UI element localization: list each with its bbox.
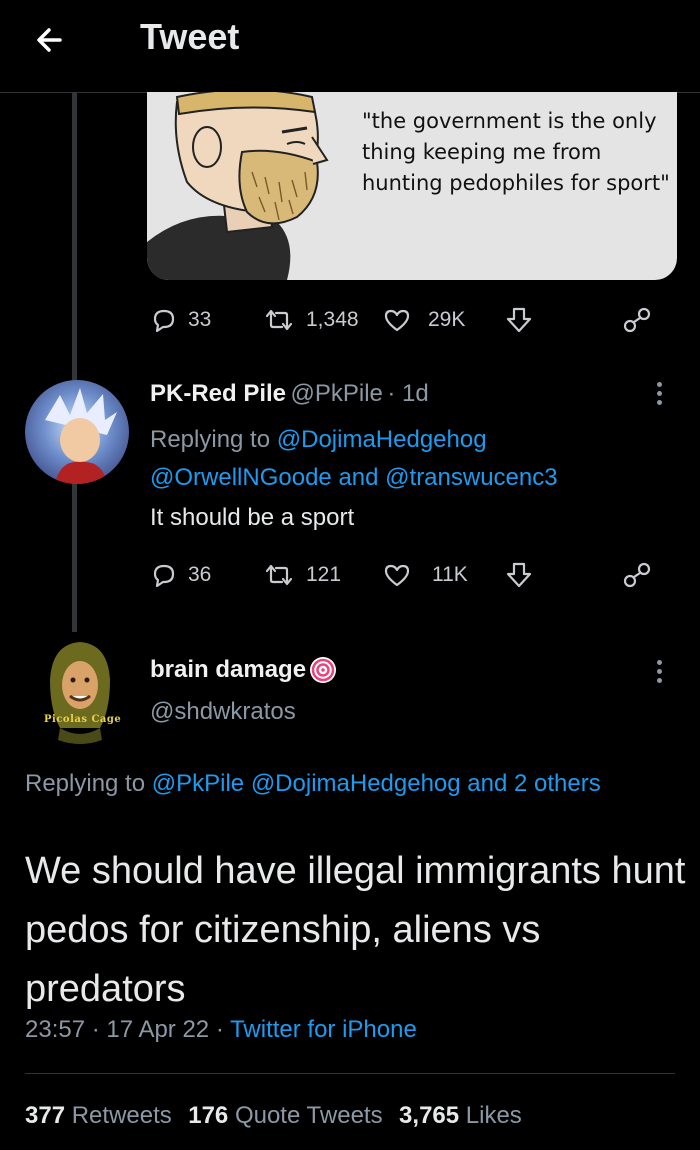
others-link[interactable]: and 2 others (467, 770, 600, 797)
share-link-icon[interactable] (620, 559, 654, 591)
page-title: Tweet (140, 16, 240, 57)
cage-avatar-icon (50, 642, 110, 744)
retweet-count: 1,348 (306, 308, 359, 331)
share-link-icon[interactable] (620, 304, 654, 336)
heart-icon (384, 564, 410, 587)
reply-icon (153, 309, 175, 333)
like-count: 29K (428, 308, 466, 331)
like-button[interactable]: 29K (382, 306, 465, 334)
meme-image[interactable]: "the government is the only thing keepin… (147, 92, 677, 280)
mention-link[interactable]: @transwucenc3 (385, 464, 557, 491)
retweet-icon (265, 309, 293, 331)
avatar-pkpile[interactable] (25, 380, 129, 484)
replying-to: Replying to @DojimaHedgehog @OrwellNGood… (150, 426, 558, 491)
mention-link[interactable]: @PkPile (152, 770, 244, 797)
reply-icon (153, 564, 175, 588)
reply-count: 33 (188, 308, 212, 331)
display-name[interactable]: brain damage (150, 656, 306, 684)
avatar-caption: Picolas Cage (44, 714, 122, 725)
likes-stat[interactable]: 3,765 Likes (399, 1102, 522, 1129)
share-download-icon[interactable] (504, 559, 534, 591)
tweet-time[interactable]: 23:57 (25, 1016, 85, 1043)
username[interactable]: @shdwkratos (150, 698, 296, 726)
back-arrow-icon[interactable] (28, 18, 72, 62)
username[interactable]: @PkPile (290, 380, 382, 407)
retweets-stat[interactable]: 377 Retweets (25, 1102, 172, 1129)
mention-link[interactable]: @DojimaHedgehog (251, 770, 461, 797)
thread-line (72, 92, 77, 632)
quotes-stat[interactable]: 176 Quote Tweets (188, 1102, 382, 1129)
main-tweet-name-row: brain damage (150, 655, 338, 685)
display-name[interactable]: PK-Red Pile (150, 380, 286, 407)
like-button[interactable]: 11K (382, 561, 468, 589)
tweet-source[interactable]: Twitter for iPhone (230, 1016, 417, 1043)
main-tweet-text: We should have illegal immigrants hunt p… (25, 850, 686, 1010)
reply-count: 36 (188, 563, 212, 586)
share-download-icon[interactable] (504, 304, 534, 336)
retweet-icon (265, 564, 293, 586)
mention-link[interactable]: @OrwellNGoode (150, 464, 332, 491)
reply-tweet-header: PK-Red Pile @PkPile · 1d (150, 380, 429, 408)
retweet-count: 121 (306, 563, 342, 586)
spiral-badge-icon (310, 657, 337, 683)
divider (25, 1073, 675, 1074)
reply-button[interactable]: 36 (150, 561, 211, 589)
more-options-icon[interactable] (657, 660, 665, 687)
tweet-date[interactable]: 17 Apr 22 (106, 1016, 209, 1043)
timestamp[interactable]: · 1d (387, 380, 428, 407)
retweet-button[interactable]: 121 (262, 561, 341, 589)
retweet-button[interactable]: 1,348 (262, 306, 359, 334)
tweet-meta: 23:57 · 17 Apr 22 · Twitter for iPhone (25, 1016, 417, 1043)
heart-icon (384, 309, 410, 332)
tweet-stats: 377 Retweets 176 Quote Tweets 3,765 Like… (25, 1102, 522, 1130)
anime-avatar-icon (45, 388, 117, 484)
top-bar: Tweet (0, 0, 700, 93)
like-count: 11K (432, 563, 468, 586)
mention-link[interactable]: @DojimaHedgehog (277, 426, 487, 453)
reply-button[interactable]: 33 (150, 306, 211, 334)
avatar-shdwkratos[interactable]: Picolas Cage (30, 640, 130, 746)
chad-face-drawing (147, 92, 329, 280)
replying-to: Replying to @PkPile @DojimaHedgehog and … (25, 770, 601, 797)
reply-tweet-text: It should be a sport (150, 504, 355, 531)
meme-caption: "the government is the only thing keepin… (362, 109, 670, 195)
more-options-icon[interactable] (657, 382, 665, 409)
